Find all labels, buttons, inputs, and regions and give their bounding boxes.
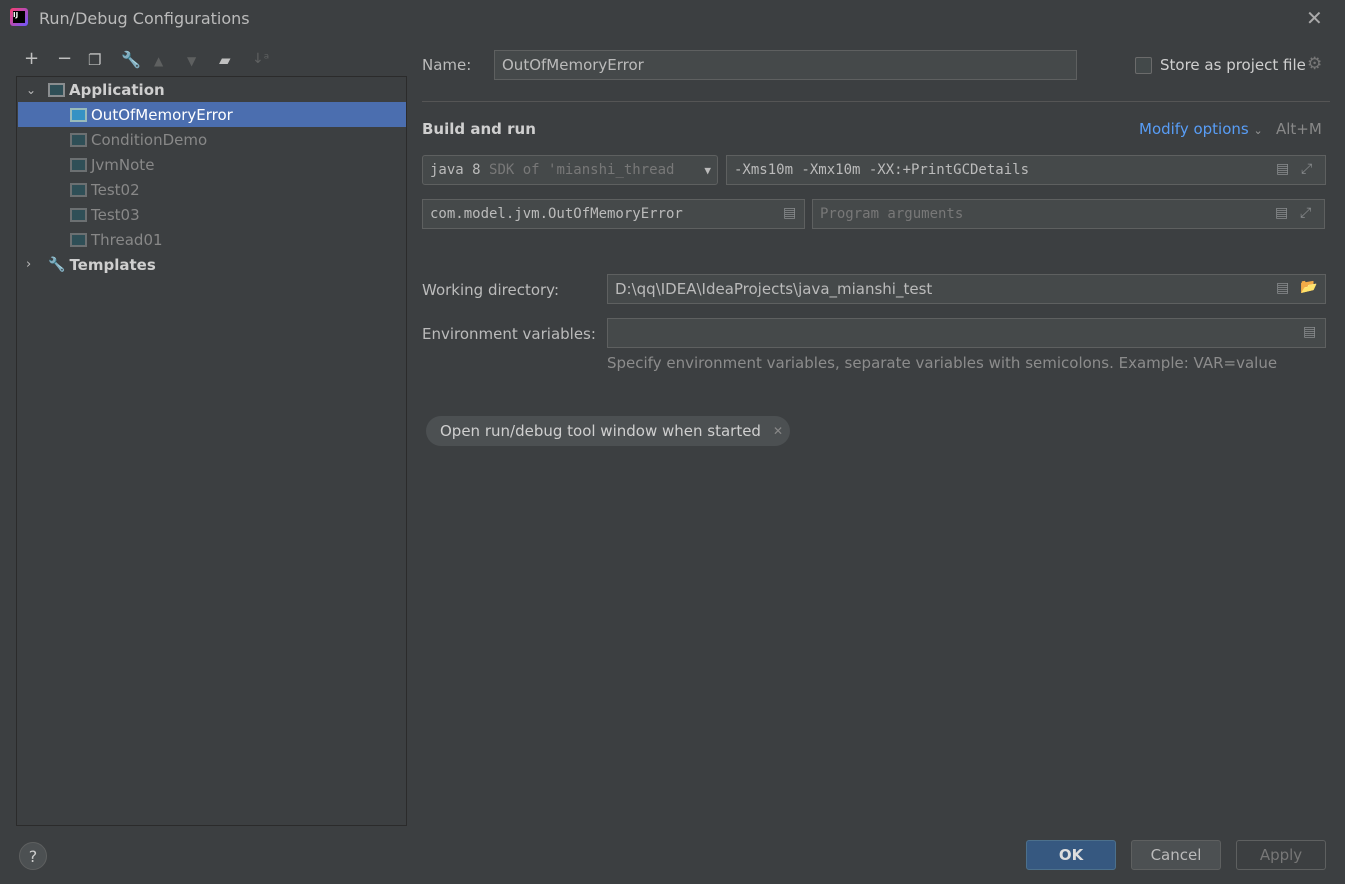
store-label[interactable]: Store as project file <box>1160 56 1306 74</box>
apply-button[interactable]: Apply <box>1236 840 1326 870</box>
modify-shortcut: Alt+M <box>1276 120 1322 138</box>
application-icon <box>48 82 65 97</box>
remove-icon[interactable]: − <box>57 48 72 69</box>
jdk-select[interactable]: java 8 SDK of 'mianshi_thread ▼ <box>422 155 718 185</box>
expand-icon[interactable]: ⤢ <box>1301 161 1312 177</box>
add-icon[interactable]: + <box>24 48 39 69</box>
tree-item-label: Test03 <box>91 205 140 224</box>
tree-item[interactable]: Test03 <box>18 202 406 227</box>
name-input[interactable]: OutOfMemoryError <box>494 50 1077 80</box>
modify-options-label: Modify options <box>1139 120 1249 138</box>
vm-options-value: -Xms10m -Xmx10m -XX:+PrintGCDetails <box>734 162 1030 178</box>
dropdown-arrow-icon: ▼ <box>704 163 711 177</box>
tree-group-application[interactable]: ⌄ Application <box>18 77 406 102</box>
browse-class-icon[interactable]: ▤ <box>783 205 796 221</box>
config-icon <box>70 157 87 172</box>
modify-options-link[interactable]: Modify options ⌄ <box>1139 120 1263 138</box>
env-input[interactable] <box>607 318 1326 348</box>
store-checkbox[interactable] <box>1135 57 1152 74</box>
tree-item[interactable]: ConditionDemo <box>18 127 406 152</box>
move-down-icon: ▼ <box>187 54 197 68</box>
chevron-down-icon[interactable]: ⌄ <box>18 83 48 97</box>
vm-options-input[interactable]: -Xms10m -Xmx10m -XX:+PrintGCDetails <box>726 155 1326 185</box>
copy-icon[interactable]: ❐ <box>88 51 101 69</box>
app-logo: IJ <box>10 8 28 26</box>
env-hint: Specify environment variables, separate … <box>607 354 1278 372</box>
tree-item[interactable]: Thread01 <box>18 227 406 252</box>
ok-button[interactable]: OK <box>1026 840 1116 870</box>
tree-item-label: Test02 <box>91 180 140 199</box>
tree-group-templates[interactable]: › 🔧 Templates <box>18 252 406 277</box>
tree-item-label: ConditionDemo <box>91 130 208 149</box>
close-icon[interactable]: ✕ <box>773 424 783 438</box>
jdk-main: java 8 <box>430 162 481 178</box>
tree-item-label: Thread01 <box>91 230 163 249</box>
tree-group-label: Templates <box>69 255 156 274</box>
close-icon[interactable]: ✕ <box>1306 6 1323 30</box>
workdir-label: Working directory: <box>422 281 560 299</box>
chevron-down-icon: ⌄ <box>1253 124 1263 137</box>
config-icon <box>70 182 87 197</box>
tree-item-label: OutOfMemoryError <box>91 105 233 124</box>
name-label: Name: <box>422 56 472 74</box>
tree-group-label: Application <box>69 80 165 99</box>
tree-item-label: JvmNote <box>91 155 155 174</box>
sort-icon: ↓ᵃ <box>252 51 270 67</box>
move-up-icon: ▲ <box>154 54 164 68</box>
document-icon[interactable]: ▤ <box>1275 205 1288 221</box>
window-title: Run/Debug Configurations <box>39 9 250 28</box>
wrench-icon: 🔧 <box>48 256 66 273</box>
document-icon[interactable]: ▤ <box>1276 161 1289 177</box>
folder-icon[interactable]: 📂 <box>1300 279 1317 295</box>
section-title: Build and run <box>422 120 536 138</box>
option-chip[interactable]: Open run/debug tool window when started ✕ <box>426 416 790 446</box>
program-args-placeholder: Program arguments <box>820 206 964 222</box>
main-class-input[interactable]: com.model.jvm.OutOfMemoryError <box>422 199 805 229</box>
tree-item[interactable]: JvmNote <box>18 152 406 177</box>
chevron-right-icon[interactable]: › <box>18 257 48 272</box>
config-icon <box>70 132 87 147</box>
new-folder-icon[interactable]: ▰ <box>219 51 231 69</box>
gear-icon[interactable]: ⚙ <box>1307 54 1322 74</box>
divider <box>422 101 1330 102</box>
jdk-sub: SDK of 'mianshi_thread <box>489 162 675 178</box>
program-args-input[interactable]: Program arguments <box>812 199 1325 229</box>
tree-item[interactable]: OutOfMemoryError <box>18 102 406 127</box>
cancel-button[interactable]: Cancel <box>1131 840 1221 870</box>
config-icon <box>70 232 87 247</box>
document-icon[interactable]: ▤ <box>1303 324 1316 340</box>
wrench-icon[interactable]: 🔧 <box>121 50 141 69</box>
main-class-value: com.model.jvm.OutOfMemoryError <box>430 206 683 222</box>
config-icon <box>70 107 87 122</box>
help-button[interactable]: ? <box>19 842 47 870</box>
config-icon <box>70 207 87 222</box>
workdir-input[interactable]: D:\qq\IDEA\IdeaProjects\java_mianshi_tes… <box>607 274 1326 304</box>
chip-label: Open run/debug tool window when started <box>440 422 761 440</box>
workdir-value: D:\qq\IDEA\IdeaProjects\java_mianshi_tes… <box>615 280 933 298</box>
env-label: Environment variables: <box>422 325 596 343</box>
expand-icon[interactable]: ⤢ <box>1300 205 1311 221</box>
document-icon[interactable]: ▤ <box>1276 280 1289 296</box>
tree-item[interactable]: Test02 <box>18 177 406 202</box>
